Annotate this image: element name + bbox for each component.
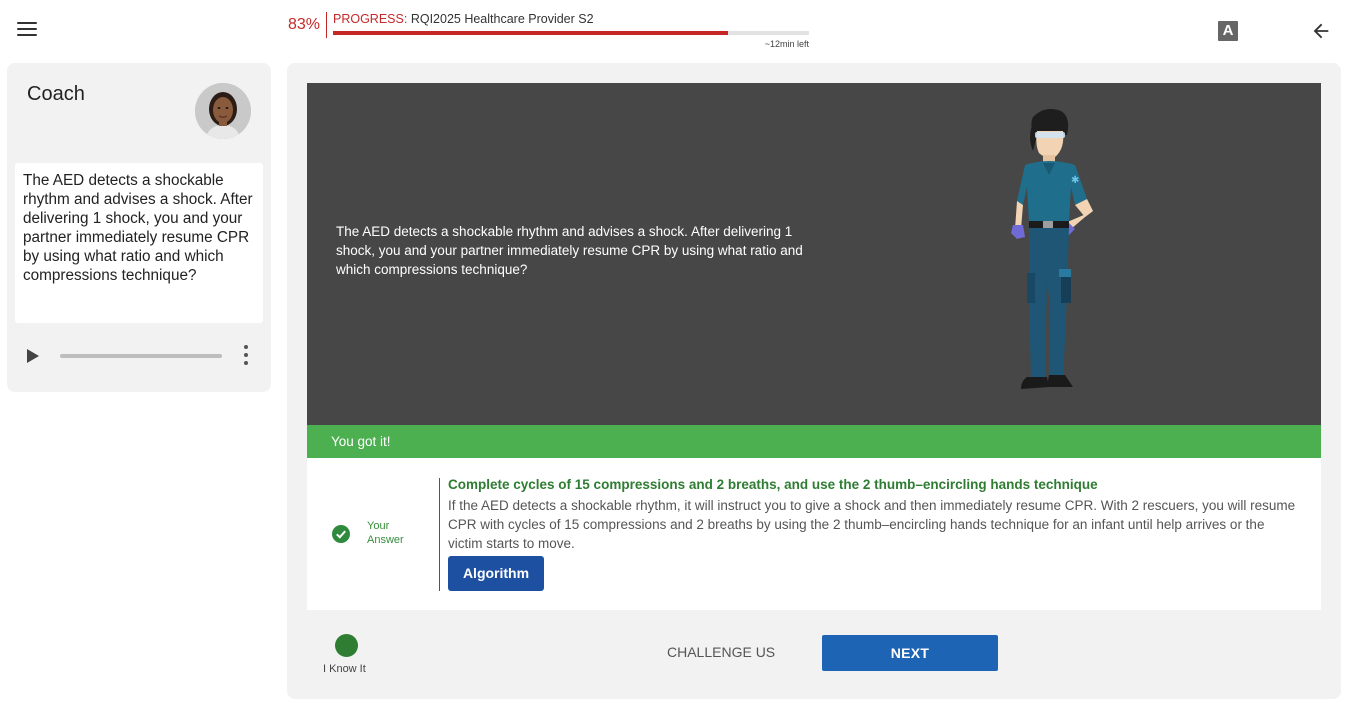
progress-bar-fill (333, 31, 729, 35)
menu-icon[interactable] (17, 22, 37, 40)
coach-avatar (195, 83, 251, 139)
svg-text:✱: ✱ (1071, 175, 1079, 186)
play-icon[interactable] (25, 348, 41, 364)
answer-explanation: If the AED detects a shockable rhythm, i… (448, 498, 1296, 551)
coach-portrait-icon (195, 83, 251, 139)
answer-divider (439, 478, 440, 591)
your-answer-label: Your Answer (367, 520, 404, 546)
font-size-icon[interactable]: A (1218, 21, 1238, 41)
challenge-us-button[interactable]: CHALLENGE US (667, 644, 775, 660)
progress-course-name: RQI2025 Healthcare Provider S2 (410, 12, 594, 26)
algorithm-button[interactable]: Algorithm (448, 556, 544, 591)
time-left: ~12min left (764, 39, 809, 49)
i-know-it-button[interactable] (335, 634, 358, 657)
progress-percent: 83% (288, 16, 321, 33)
paramedic-illustration: ✱ (1011, 109, 1093, 389)
coach-message: The AED detects a shockable rhythm and a… (15, 163, 263, 323)
result-banner: You got it! (307, 425, 1321, 458)
progress-bar (333, 31, 809, 35)
progress-label-prefix: PROGRESS: (333, 12, 408, 26)
main-panel: The AED detects a shockable rhythm and a… (287, 63, 1341, 699)
i-know-it-label: I Know It (323, 663, 366, 675)
coach-title: Coach (27, 83, 85, 105)
next-button[interactable]: NEXT (822, 635, 998, 671)
audio-seek-bar[interactable] (60, 354, 222, 358)
scenario-scene: The AED detects a shockable rhythm and a… (307, 83, 1321, 425)
answer-title: Complete cycles of 15 compressions and 2… (448, 477, 1098, 492)
progress-divider (326, 12, 327, 38)
coach-panel: Coach The AED detects a shockable rhythm… (7, 63, 271, 392)
check-circle-icon (332, 525, 350, 543)
arrow-left-icon[interactable] (1310, 20, 1332, 42)
more-vertical-icon[interactable] (243, 345, 249, 369)
scenario-question: The AED detects a shockable rhythm and a… (336, 224, 803, 277)
answer-feedback: Your Answer Complete cycles of 15 compre… (307, 458, 1321, 610)
progress-label: PROGRESS: RQI2025 Healthcare Provider S2 (333, 12, 594, 26)
